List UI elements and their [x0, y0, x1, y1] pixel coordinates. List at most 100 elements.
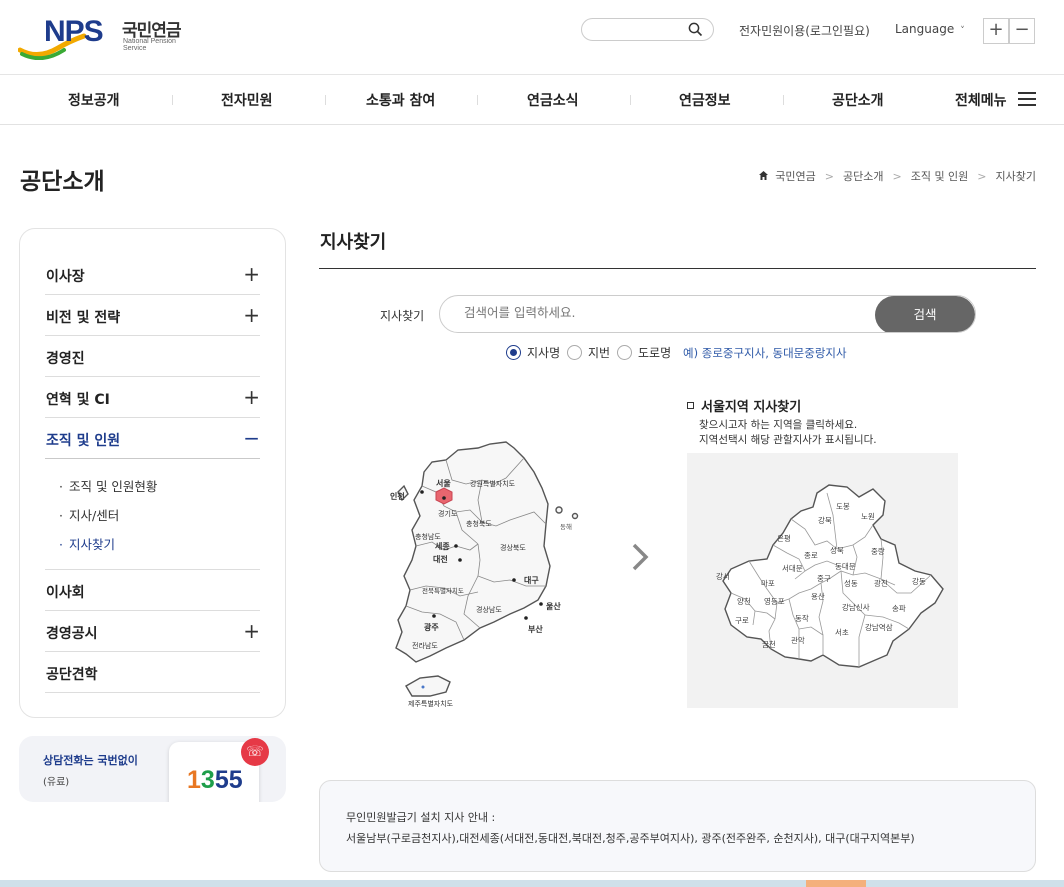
map-label-jeonbuk[interactable]: 전북특별자치도 — [422, 586, 464, 595]
nav-divider — [783, 95, 784, 105]
district-dongjak[interactable]: 동작 — [795, 613, 809, 623]
lnb-label: 연혁 및 CI — [46, 392, 110, 408]
nav-info-disclosure[interactable]: 정보공개 — [68, 90, 120, 110]
district-jungnang[interactable]: 중랑 — [871, 547, 885, 556]
district-seongdong[interactable]: 성동 — [844, 579, 858, 588]
seoul-map-panel: 도봉 노원 강북 은평 성북 중랑 종로 동대문 서대문 강서 마포 중구 성동… — [687, 453, 958, 708]
district-jung[interactable]: 중구 — [817, 574, 831, 583]
map-label-gyeongnam[interactable]: 경상남도 — [476, 605, 502, 614]
plus-icon[interactable]: + — [243, 619, 260, 643]
header-search-input[interactable] — [581, 18, 714, 41]
map-label-gwangju[interactable]: 광주 — [424, 622, 439, 632]
breadcrumb-item[interactable]: 공단소개 — [843, 170, 883, 183]
nav-e-civil[interactable]: 전자민원 — [221, 90, 273, 110]
call-center-box: 상담전화는 국번없이 (유료) 1355 ☏ — [19, 736, 286, 802]
district-gwangjin[interactable]: 광진 — [874, 578, 888, 588]
map-label-gangwon[interactable]: 강원특별자치도 — [470, 479, 516, 488]
seoul-region[interactable] — [435, 487, 453, 505]
plus-icon[interactable]: + — [243, 385, 260, 409]
radio-lot-number[interactable] — [567, 345, 582, 360]
radio-road-name[interactable] — [617, 345, 632, 360]
e-civil-link[interactable]: 전자민원이용(로그인필요) — [739, 22, 870, 39]
nav-pension-news[interactable]: 연금소식 — [527, 90, 579, 110]
map-label-gyeongbuk[interactable]: 경상북도 — [500, 543, 526, 552]
district-yongsan[interactable]: 용산 — [811, 591, 825, 601]
plus-icon[interactable]: + — [243, 303, 260, 327]
lnb-item-board[interactable]: 이사회 — [45, 570, 260, 611]
lnb-sub-find-branch[interactable]: 지사찾기 — [59, 534, 115, 553]
map-label-daejeon[interactable]: 대전 — [433, 554, 448, 564]
district-seodaemun[interactable]: 서대문 — [782, 564, 803, 573]
map-label-ulsan[interactable]: 울산 — [546, 601, 561, 611]
nav-pension-info[interactable]: 연금정보 — [679, 90, 731, 110]
search-button[interactable]: 검색 — [875, 296, 975, 332]
lnb-item-organization[interactable]: 조직 및 인원 − — [45, 418, 260, 459]
district-songpa[interactable]: 송파 — [892, 604, 906, 613]
district-nowon[interactable]: 노원 — [861, 512, 875, 521]
district-jongno[interactable]: 종로 — [804, 551, 818, 560]
breadcrumb-item-current[interactable]: 지사찾기 — [996, 170, 1036, 183]
side-navigation: 이사장 + 비전 및 전략 + 경영진 연혁 및 CI + 조직 및 인원 − 조직 및… — [19, 228, 286, 718]
breadcrumb-item[interactable]: 조직 및 인원 — [911, 170, 969, 183]
map-label-busan[interactable]: 부산 — [528, 624, 543, 634]
lnb-label: 조직 및 인원 — [46, 433, 121, 449]
district-mapo[interactable]: 마포 — [761, 579, 775, 588]
map-label-seoul[interactable]: 서울 — [436, 478, 451, 488]
district-seongbuk[interactable]: 성북 — [830, 546, 844, 555]
logo-english: National Pension Service — [123, 38, 176, 52]
district-gangbuk[interactable]: 강북 — [818, 515, 832, 525]
map-label-daegu[interactable]: 대구 — [524, 575, 539, 585]
home-icon[interactable] — [758, 170, 769, 181]
district-dobong[interactable]: 도봉 — [836, 502, 850, 511]
lnb-item-disclosure[interactable]: 경영공시 + — [45, 611, 260, 652]
nav-communication[interactable]: 소통과 참여 — [366, 90, 435, 110]
radio-branch-name[interactable] — [506, 345, 521, 360]
district-gangnam-yeoksam[interactable]: 강남역삼 — [865, 622, 893, 632]
district-eunpyeong[interactable]: 은평 — [777, 533, 791, 543]
district-gangseo[interactable]: 강서 — [716, 571, 730, 581]
map-label-jeonnam[interactable]: 전라남도 — [412, 641, 438, 650]
phone-digit: 1 — [187, 766, 201, 794]
hamburger-menu-icon[interactable] — [1018, 92, 1036, 106]
lnb-item-executives[interactable]: 경영진 — [45, 336, 260, 377]
district-gangdong[interactable]: 강동 — [912, 576, 926, 586]
nav-about[interactable]: 공단소개 — [832, 90, 884, 110]
map-label-chungnam[interactable]: 충청남도 — [415, 532, 441, 541]
map-label-gyeonggi[interactable]: 경기도 — [438, 509, 458, 518]
breadcrumb-item[interactable]: 국민연금 — [775, 170, 815, 183]
lnb-label: 경영공시 — [46, 626, 98, 642]
nav-divider — [172, 95, 173, 105]
map-label-incheon[interactable]: 인천 — [390, 491, 405, 501]
lnb-item-vision[interactable]: 비전 및 전략 + — [45, 295, 260, 336]
nav-divider — [630, 95, 631, 105]
lnb-item-ceo[interactable]: 이사장 + — [45, 254, 260, 295]
nav-all-menu[interactable]: 전체메뉴 — [955, 90, 1007, 110]
search-icon[interactable] — [688, 22, 703, 37]
lnb-sub-org-status[interactable]: 조직 및 인원현황 — [59, 476, 157, 495]
zoom-out-button[interactable]: − — [1009, 18, 1035, 44]
district-guro[interactable]: 구로 — [735, 616, 749, 625]
district-dongdaemun[interactable]: 동대문 — [835, 562, 856, 571]
lnb-sub-branches[interactable]: 지사/센터 — [59, 505, 119, 524]
jeju-island[interactable] — [405, 675, 451, 697]
branch-search-input[interactable] — [464, 305, 844, 320]
korea-mainland[interactable] — [395, 441, 551, 663]
lnb-item-history[interactable]: 연혁 및 CI + — [45, 377, 260, 418]
nps-logo[interactable]: NPS 국민연금 National Pension Service — [18, 14, 198, 62]
seoul-map[interactable]: 도봉 노원 강북 은평 성북 중랑 종로 동대문 서대문 강서 마포 중구 성동… — [687, 453, 958, 708]
district-seocho[interactable]: 서초 — [835, 628, 849, 637]
district-gwanak[interactable]: 관악 — [791, 635, 805, 645]
zoom-in-button[interactable]: + — [983, 18, 1009, 44]
plus-icon[interactable]: + — [243, 262, 260, 286]
district-yeongdeungpo[interactable]: 영등포 — [764, 596, 785, 606]
district-yangcheon[interactable]: 양천 — [737, 596, 751, 606]
korea-map[interactable]: 서울 인천 강원특별자치도 경기도 충청북도 충청남도 세종 대전 경상북도 대… — [386, 400, 611, 715]
map-label-sejong[interactable]: 세종 — [435, 541, 450, 551]
district-gangnam-sinsa[interactable]: 강남신사 — [842, 602, 870, 612]
language-select[interactable]: Language ˅ — [895, 22, 965, 36]
minus-icon[interactable]: − — [243, 426, 260, 450]
map-label-jeju[interactable]: 제주특별자치도 — [408, 699, 454, 708]
district-geumcheon[interactable]: 금천 — [762, 639, 776, 649]
lnb-item-tour[interactable]: 공단견학 — [45, 652, 260, 693]
map-label-chungbuk[interactable]: 충청북도 — [466, 519, 492, 528]
